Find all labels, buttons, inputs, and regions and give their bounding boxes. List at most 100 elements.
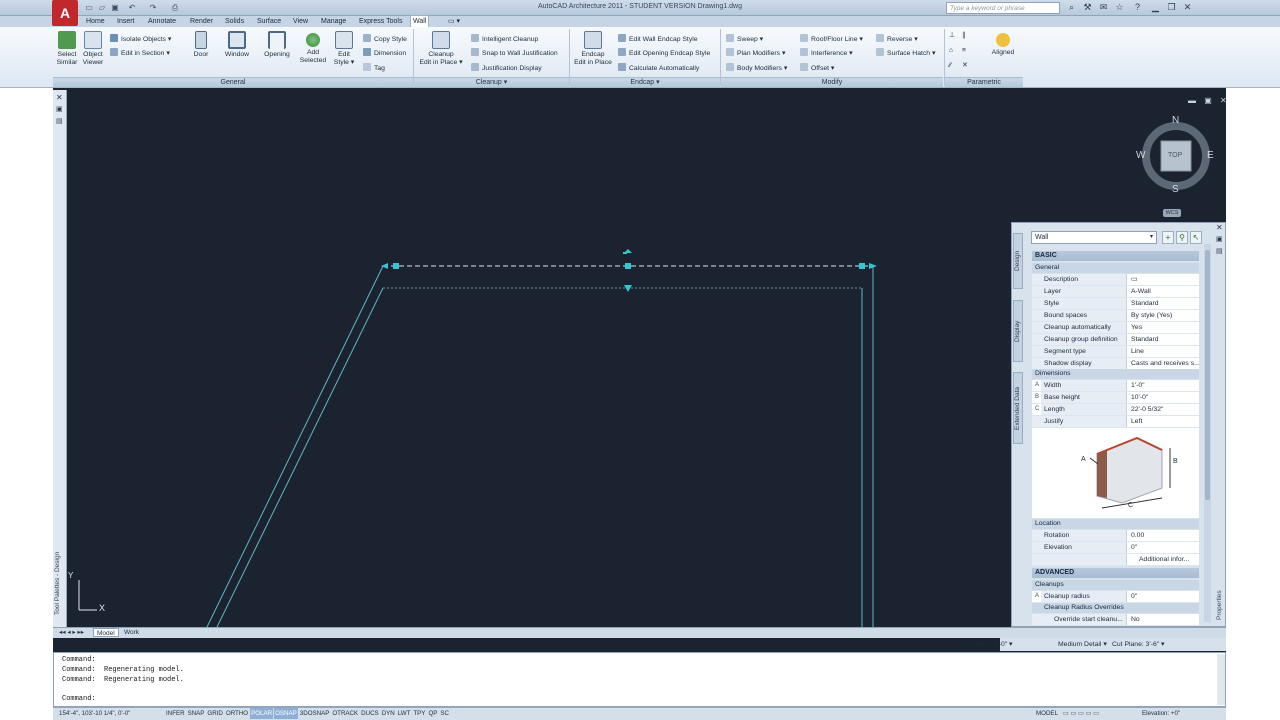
prop-row-elevation[interactable]: Elevation 0" (1032, 542, 1199, 554)
toggle-3dosnap[interactable]: 3DOSNAP (299, 708, 331, 719)
wall-outer-left-line[interactable] (206, 265, 384, 628)
toggle-lwt[interactable]: LWT (397, 708, 412, 719)
copy-style-button[interactable]: Copy Style (363, 34, 407, 44)
prop-row-cleanup-group[interactable]: Cleanup group definition Standard (1032, 334, 1199, 346)
select-similar-button[interactable]: Select Similar (54, 31, 80, 67)
prop-row-override-start[interactable]: Override start cleanu... No (1032, 614, 1199, 626)
subsection-location[interactable]: Location (1032, 519, 1199, 529)
annotation-scale[interactable]: 1/8" = 1'-0" ▾ (974, 641, 1012, 649)
layout-nav-icon[interactable]: ◂◂ ◂ ▸ ▸▸ (56, 628, 87, 637)
endcap-edit-in-place-button[interactable]: Endcap Edit in Place (571, 31, 615, 67)
viewcube-top-face[interactable]: TOP (1168, 152, 1182, 159)
prop-row-rotation[interactable]: Rotation 0.00 (1032, 530, 1199, 542)
viewport-window-controls[interactable]: ▬ ▣ ✕ (1188, 96, 1230, 105)
tab-wall[interactable]: Wall (410, 15, 430, 27)
tab-work[interactable]: Work (121, 628, 142, 637)
tab-design[interactable]: Design (1013, 233, 1023, 289)
wall-inner-left-line[interactable] (216, 287, 384, 628)
edit-style-button[interactable]: Edit Style ▾ (330, 31, 358, 67)
toggle-infer[interactable]: INFER (165, 708, 186, 719)
edit-wall-endcap-style-button[interactable]: Edit Wall Endcap Style (618, 34, 698, 44)
tag-button[interactable]: Tag (363, 63, 385, 73)
toggle-osnap[interactable]: OSNAP (274, 708, 298, 719)
prop-row-description[interactable]: Description ▭ (1032, 274, 1199, 286)
favorites-icon[interactable]: ☆ (1114, 2, 1125, 13)
search-input[interactable]: Type a keyword or phrase (946, 2, 1060, 14)
toggle-sc[interactable]: SC (439, 708, 450, 719)
search-icon[interactable]: ⌕ (1066, 2, 1077, 13)
lock-icon[interactable]: ⌂ (949, 47, 953, 55)
sweep-button[interactable]: Sweep ▾ (726, 34, 763, 44)
prop-row-cleanup-auto[interactable]: Cleanup automatically Yes (1032, 322, 1199, 334)
tab-express-tools[interactable]: Express Tools (357, 16, 404, 27)
panel-visibility-toggle[interactable]: ▭ ▾ (446, 16, 462, 27)
command-window[interactable] (53, 652, 1226, 707)
wall-end-square-grip[interactable] (859, 263, 865, 269)
prop-row-justify[interactable]: Justify Left (1032, 416, 1199, 428)
quick-select-button[interactable]: ⚲ (1176, 231, 1188, 244)
constraint-icon[interactable]: ⊥ (949, 32, 955, 40)
opening-button[interactable]: Opening (260, 31, 294, 59)
door-button[interactable]: Door (188, 31, 214, 59)
cleanup-edit-in-place-button[interactable]: Cleanup Edit in Place ▾ (418, 31, 464, 67)
toggle-snap[interactable]: SNAP (187, 708, 206, 719)
subsection-dimensions[interactable]: Dimensions (1032, 369, 1199, 379)
coordinates-display[interactable]: 154'-4", 103'-10 1/4", 0'-0" (58, 708, 131, 719)
body-modifiers-button[interactable]: Body Modifiers ▾ (726, 63, 787, 73)
palette-close-icon[interactable]: ✕ (56, 93, 63, 102)
panel-title-cleanup[interactable]: Cleanup ▾ (414, 77, 569, 87)
object-type-select[interactable]: Wall (1031, 231, 1157, 244)
section-basic[interactable]: BASIC (1032, 251, 1199, 261)
prop-row-style[interactable]: Style Standard (1032, 298, 1199, 310)
collinear-icon[interactable]: ≡ (962, 47, 966, 55)
viewcube[interactable]: N S E W TOP (1136, 115, 1214, 197)
justification-display-button[interactable]: Justification Display (471, 63, 542, 73)
delete-constraint-icon[interactable]: ✕ (962, 62, 968, 70)
window-button[interactable]: Window (221, 31, 253, 59)
prop-row-layer[interactable]: Layer A-Wall (1032, 286, 1199, 298)
tab-solids[interactable]: Solids (223, 16, 246, 27)
subscription-icon[interactable]: ⚒ (1082, 2, 1093, 13)
tab-annotate[interactable]: Annotate (146, 16, 178, 27)
properties-title[interactable]: Properties (1216, 560, 1225, 620)
wall-width-grip[interactable] (624, 285, 632, 292)
tab-extended-data[interactable]: Extended Data (1013, 372, 1023, 444)
tangent-icon[interactable]: ∕∕ (949, 62, 951, 70)
tab-view[interactable]: View (291, 16, 310, 27)
prop-row-additional-info[interactable]: Additional infor... (1032, 554, 1199, 566)
panel-title-modify[interactable]: Modify (721, 77, 943, 87)
display-configuration[interactable]: Medium Detail ▾ (1058, 641, 1107, 649)
object-viewer-button[interactable]: Object Viewer (80, 31, 106, 67)
snap-to-wall-justification-button[interactable]: Snap to Wall Justification (471, 48, 558, 58)
aligned-button[interactable]: Aligned (986, 31, 1020, 57)
edit-opening-endcap-style-button[interactable]: Edit Opening Endcap Style (618, 48, 710, 58)
select-objects-button[interactable]: ↖ (1190, 231, 1202, 244)
offset-button[interactable]: Offset ▾ (800, 63, 834, 73)
toggle-dyn[interactable]: DYN (381, 708, 396, 719)
wcs-menu[interactable]: WCS (1163, 209, 1181, 217)
compass-north[interactable]: N (1172, 115, 1179, 126)
cut-plane[interactable]: Cut Plane: 3'-6" ▾ (1112, 641, 1164, 649)
toggle-otrack[interactable]: OTRACK (331, 708, 359, 719)
tab-insert[interactable]: Insert (115, 16, 137, 27)
roof-floor-line-button[interactable]: Roof/Floor Line ▾ (800, 34, 863, 44)
compass-west[interactable]: W (1136, 150, 1145, 161)
toggle-qp[interactable]: QP (427, 708, 438, 719)
prop-row-segment-type[interactable]: Segment type Line (1032, 346, 1199, 358)
application-menu-button[interactable]: A (52, 0, 78, 26)
palette-menu-icon[interactable]: ▤ (56, 117, 63, 125)
dimension-button[interactable]: Dimension (363, 48, 406, 58)
prop-row-bound-spaces[interactable]: Bound spaces By style (Yes) (1032, 310, 1199, 322)
add-to-selection-button[interactable]: + (1162, 231, 1174, 244)
properties-scrollbar-thumb[interactable] (1205, 250, 1210, 500)
compass-east[interactable]: E (1207, 150, 1214, 161)
tab-manage[interactable]: Manage (319, 16, 348, 27)
prop-row-base-height[interactable]: B Base height 10'-0" (1032, 392, 1199, 404)
surface-hatch-button[interactable]: Surface Hatch ▾ (876, 48, 935, 58)
properties-close-icon[interactable]: ✕ (1216, 223, 1223, 232)
communication-icon[interactable]: ✉ (1098, 2, 1109, 13)
command-input[interactable]: Command: (62, 695, 96, 703)
toggle-ducs[interactable]: DUCS (360, 708, 380, 719)
prop-row-shadow-display[interactable]: Shadow display Casts and receives s... (1032, 358, 1199, 370)
parallel-icon[interactable]: ∥ (962, 32, 965, 40)
